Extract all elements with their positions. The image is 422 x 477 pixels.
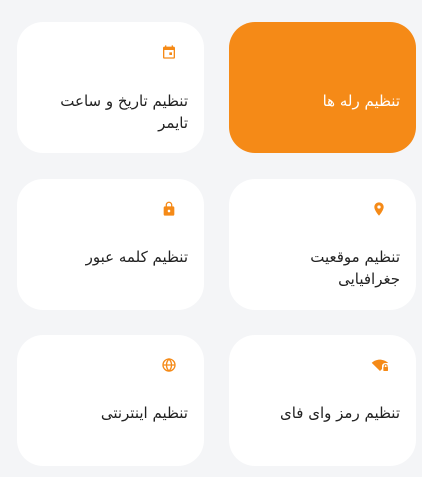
location-settings-label: تنظیم موقعیت جغرافیایی bbox=[310, 248, 400, 288]
location-pin-icon bbox=[370, 200, 388, 218]
datetime-timer-settings-card[interactable]: تنظیم تاریخ و ساعت تایمر bbox=[17, 22, 204, 153]
password-settings-label: تنظیم کلمه عبور bbox=[85, 248, 188, 266]
settings-grid: تنظیم رله ها تنظیم تاریخ و ساعت تایمر تن… bbox=[0, 0, 422, 477]
wifi-password-settings-label: تنظیم رمز وای فای bbox=[279, 404, 400, 422]
datetime-timer-settings-label: تنظیم تاریخ و ساعت تایمر bbox=[60, 92, 188, 132]
relays-settings-card[interactable]: تنظیم رله ها bbox=[229, 22, 416, 153]
globe-icon bbox=[160, 356, 178, 374]
location-settings-card[interactable]: تنظیم موقعیت جغرافیایی bbox=[229, 179, 416, 310]
wifi-password-settings-card[interactable]: تنظیم رمز وای فای bbox=[229, 335, 416, 466]
password-settings-card[interactable]: تنظیم کلمه عبور bbox=[17, 179, 204, 310]
lock-icon bbox=[160, 200, 178, 218]
wifi-lock-icon bbox=[371, 356, 389, 374]
calendar-icon bbox=[160, 43, 178, 61]
internet-settings-label: تنظیم اینترنتی bbox=[100, 404, 188, 422]
internet-settings-card[interactable]: تنظیم اینترنتی bbox=[17, 335, 204, 466]
bottom-strip bbox=[0, 469, 422, 477]
relays-settings-label: تنظیم رله ها bbox=[322, 92, 400, 110]
